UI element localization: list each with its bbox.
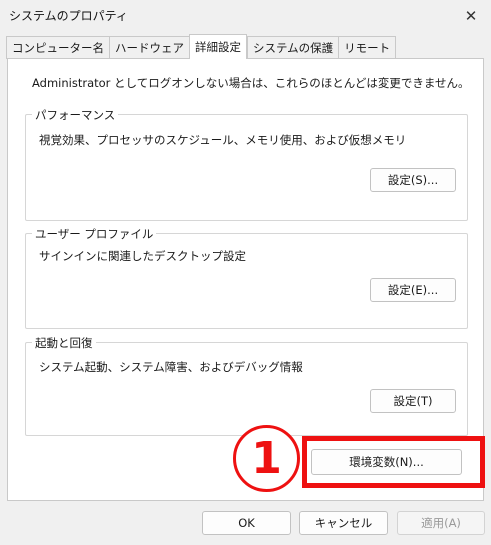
tab-strip: コンピューター名 ハードウェア 詳細設定 システムの保護 リモート xyxy=(6,34,397,59)
tab-hardware[interactable]: ハードウェア xyxy=(109,36,189,59)
apply-button[interactable]: 適用(A) xyxy=(397,511,485,535)
user-profile-description: サインインに関連したデスクトップ設定 xyxy=(39,249,246,263)
close-icon[interactable]: ✕ xyxy=(451,0,491,31)
startup-recovery-settings-button[interactable]: 設定(T) xyxy=(370,389,456,413)
performance-settings-button[interactable]: 設定(S)... xyxy=(370,168,456,192)
startup-recovery-group: 起動と回復 システム起動、システム障害、およびデバッグ情報 設定(T) xyxy=(25,335,468,436)
startup-recovery-description: システム起動、システム障害、およびデバッグ情報 xyxy=(39,360,303,374)
user-profile-group: ユーザー プロファイル サインインに関連したデスクトップ設定 設定(E)... xyxy=(25,226,468,329)
startup-recovery-legend: 起動と回復 xyxy=(32,335,96,351)
tab-remote[interactable]: リモート xyxy=(338,36,397,59)
title-bar: システムのプロパティ ✕ xyxy=(0,0,491,31)
performance-legend: パフォーマンス xyxy=(32,107,119,123)
cancel-button[interactable]: キャンセル xyxy=(299,511,388,535)
user-profile-legend: ユーザー プロファイル xyxy=(32,226,157,242)
performance-group: パフォーマンス 視覚効果、プロセッサのスケジュール、メモリ使用、および仮想メモリ… xyxy=(25,107,468,221)
tab-system-protection[interactable]: システムの保護 xyxy=(247,36,339,59)
environment-variables-button[interactable]: 環境変数(N)... xyxy=(311,449,462,475)
performance-description: 視覚効果、プロセッサのスケジュール、メモリ使用、および仮想メモリ xyxy=(39,133,407,147)
user-profile-settings-button[interactable]: 設定(E)... xyxy=(370,278,456,302)
tab-computer-name[interactable]: コンピューター名 xyxy=(6,36,109,59)
admin-notice: Administrator としてログオンしない場合は、これらのほとんどは変更で… xyxy=(32,76,470,90)
ok-button[interactable]: OK xyxy=(202,511,291,535)
step-number-badge: 1 xyxy=(233,425,300,492)
window-title: システムのプロパティ xyxy=(9,9,128,23)
tab-advanced[interactable]: 詳細設定 xyxy=(189,34,247,59)
